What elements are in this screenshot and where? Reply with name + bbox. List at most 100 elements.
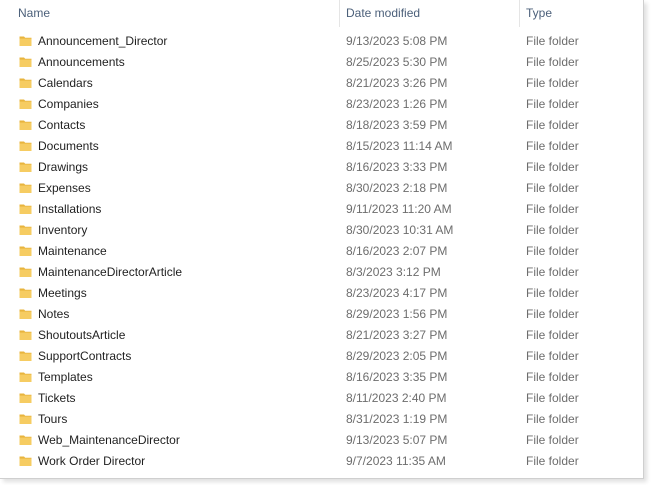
file-name[interactable]: Templates <box>38 367 93 388</box>
folder-icon <box>19 309 32 319</box>
file-row[interactable]: Tickets 8/11/2023 2:40 PM File folder <box>0 388 643 409</box>
column-header-type[interactable]: Type <box>526 0 552 27</box>
file-type: File folder <box>526 391 579 405</box>
file-type: File folder <box>526 286 579 300</box>
file-type: File folder <box>526 370 579 384</box>
date-modified: 9/13/2023 5:07 PM <box>346 433 448 447</box>
file-name[interactable]: ShoutoutsArticle <box>38 325 125 346</box>
file-row[interactable]: Work Order Director 9/7/2023 11:35 AM File… <box>0 451 643 472</box>
file-name[interactable]: Companies <box>38 94 99 115</box>
file-type: File folder <box>526 349 579 363</box>
file-row[interactable]: Web_MaintenanceDirector 9/13/2023 5:07 PM… <box>0 430 643 451</box>
file-name[interactable]: Expenses <box>38 178 91 199</box>
file-list-window: ^ Name Date modified Type Announcement_D… <box>0 0 644 479</box>
file-type: File folder <box>526 433 579 447</box>
date-modified: 8/11/2023 2:40 PM <box>346 391 447 405</box>
date-modified: 9/7/2023 11:35 AM <box>346 454 446 468</box>
file-name[interactable]: Announcements <box>38 52 125 73</box>
file-type: File folder <box>526 307 579 321</box>
date-modified: 8/23/2023 1:26 PM <box>346 97 448 111</box>
column-header-date-modified[interactable]: Date modified <box>346 0 420 27</box>
file-type: File folder <box>526 181 579 195</box>
column-divider[interactable] <box>519 0 520 27</box>
file-name[interactable]: Inventory <box>38 220 87 241</box>
date-modified: 8/18/2023 3:59 PM <box>346 118 448 132</box>
folder-icon <box>19 267 32 277</box>
file-type: File folder <box>526 328 579 342</box>
file-row[interactable]: ShoutoutsArticle 8/21/2023 3:27 PM File fo… <box>0 325 643 346</box>
folder-icon <box>19 183 32 193</box>
date-modified: 8/15/2023 11:14 AM <box>346 139 453 153</box>
date-modified: 8/16/2023 3:35 PM <box>346 370 448 384</box>
file-type: File folder <box>526 97 579 111</box>
file-name[interactable]: Meetings <box>38 283 87 304</box>
file-name[interactable]: Drawings <box>38 157 88 178</box>
date-modified: 8/30/2023 10:31 AM <box>346 223 454 237</box>
file-row[interactable]: MaintenanceDirectorArticle 8/3/2023 3:12 … <box>0 262 643 283</box>
date-modified: 9/13/2023 5:08 PM <box>346 34 448 48</box>
file-name[interactable]: SupportContracts <box>38 346 131 367</box>
file-row[interactable]: Announcements 8/25/2023 5:30 PM File folde… <box>0 52 643 73</box>
file-list: Announcement_Director 9/13/2023 5:08 PM Fi… <box>0 31 643 472</box>
folder-icon <box>19 372 32 382</box>
file-row[interactable]: Templates 8/16/2023 3:35 PM File folder <box>0 367 643 388</box>
file-row[interactable]: Maintenance 8/16/2023 2:07 PM File folder <box>0 241 643 262</box>
file-type: File folder <box>526 139 579 153</box>
date-modified: 8/30/2023 2:18 PM <box>346 181 448 195</box>
folder-icon <box>19 162 32 172</box>
file-name[interactable]: Contacts <box>38 115 85 136</box>
file-type: File folder <box>526 118 579 132</box>
file-row[interactable]: Contacts 8/18/2023 3:59 PM File folder <box>0 115 643 136</box>
file-type: File folder <box>526 55 579 69</box>
file-row[interactable]: Installations 9/11/2023 11:20 AM File fold… <box>0 199 643 220</box>
folder-icon <box>19 288 32 298</box>
file-row[interactable]: SupportContracts 8/29/2023 2:05 PM File fo… <box>0 346 643 367</box>
date-modified: 8/21/2023 3:27 PM <box>346 328 448 342</box>
column-header-name[interactable]: Name <box>18 0 50 27</box>
column-header-bar: ^ Name Date modified Type <box>0 0 643 27</box>
file-name[interactable]: Calendars <box>38 73 93 94</box>
file-name[interactable]: Tickets <box>38 388 76 409</box>
file-row[interactable]: Meetings 8/23/2023 4:17 PM File folder <box>0 283 643 304</box>
file-name[interactable]: Announcement_Director <box>38 31 167 52</box>
file-name[interactable]: Maintenance <box>38 241 107 262</box>
column-divider[interactable] <box>339 0 340 27</box>
folder-icon <box>19 393 32 403</box>
file-row[interactable]: Expenses 8/30/2023 2:18 PM File folder <box>0 178 643 199</box>
file-row[interactable]: Inventory 8/30/2023 10:31 AM File folder <box>0 220 643 241</box>
folder-icon <box>19 99 32 109</box>
file-name[interactable]: Tours <box>38 409 67 430</box>
folder-icon <box>19 330 32 340</box>
date-modified: 8/25/2023 5:30 PM <box>346 55 448 69</box>
file-name[interactable]: Notes <box>38 304 69 325</box>
folder-icon <box>19 78 32 88</box>
folder-icon <box>19 351 32 361</box>
file-name[interactable]: Documents <box>38 136 99 157</box>
file-row[interactable]: Calendars 8/21/2023 3:26 PM File folder <box>0 73 643 94</box>
file-type: File folder <box>526 265 579 279</box>
file-type: File folder <box>526 160 579 174</box>
date-modified: 8/3/2023 3:12 PM <box>346 265 441 279</box>
file-name[interactable]: Installations <box>38 199 101 220</box>
file-name[interactable]: MaintenanceDirectorArticle <box>38 262 182 283</box>
file-type: File folder <box>526 223 579 237</box>
file-row[interactable]: Documents 8/15/2023 11:14 AM File folder <box>0 136 643 157</box>
file-type: File folder <box>526 454 579 468</box>
file-type: File folder <box>526 244 579 258</box>
sort-ascending-icon: ^ <box>170 0 180 3</box>
file-name[interactable]: Work Order Director <box>38 451 145 472</box>
file-row[interactable]: Companies 8/23/2023 1:26 PM File folder <box>0 94 643 115</box>
date-modified: 9/11/2023 11:20 AM <box>346 202 452 216</box>
file-name[interactable]: Web_MaintenanceDirector <box>38 430 180 451</box>
file-row[interactable]: Announcement_Director 9/13/2023 5:08 PM Fi… <box>0 31 643 52</box>
folder-icon <box>19 36 32 46</box>
file-row[interactable]: Notes 8/29/2023 1:56 PM File folder <box>0 304 643 325</box>
date-modified: 8/16/2023 3:33 PM <box>346 160 448 174</box>
folder-icon <box>19 141 32 151</box>
file-row[interactable]: Drawings 8/16/2023 3:33 PM File folder <box>0 157 643 178</box>
file-type: File folder <box>526 34 579 48</box>
date-modified: 8/29/2023 1:56 PM <box>346 307 448 321</box>
file-row[interactable]: Tours 8/31/2023 1:19 PM File folder <box>0 409 643 430</box>
folder-icon <box>19 435 32 445</box>
date-modified: 8/16/2023 2:07 PM <box>346 244 448 258</box>
